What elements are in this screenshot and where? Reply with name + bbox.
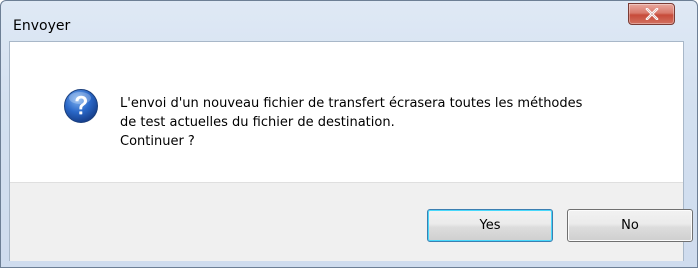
question-icon: [64, 89, 98, 123]
yes-button[interactable]: Yes: [427, 209, 553, 242]
message-line-1: L'envoi d'un nouveau fichier de transfer…: [120, 96, 583, 111]
title-bar[interactable]: Envoyer: [1, 1, 697, 41]
message-area: L'envoi d'un nouveau fichier de transfer…: [10, 42, 683, 182]
dialog-client-area: L'envoi d'un nouveau fichier de transfer…: [9, 41, 693, 261]
message-text: L'envoi d'un nouveau fichier de transfer…: [120, 94, 582, 151]
message-line-3: Continuer ?: [120, 134, 195, 149]
message-line-2: de test actuelles du fichier de destinat…: [120, 115, 395, 130]
close-icon: [645, 8, 658, 20]
window-title: Envoyer: [13, 18, 71, 34]
close-button[interactable]: [628, 3, 675, 25]
button-bar: Yes No: [10, 182, 693, 261]
dialog-window: Envoyer L'envoi d'un nouveau fichier de …: [0, 0, 698, 268]
no-button[interactable]: No: [567, 209, 693, 242]
